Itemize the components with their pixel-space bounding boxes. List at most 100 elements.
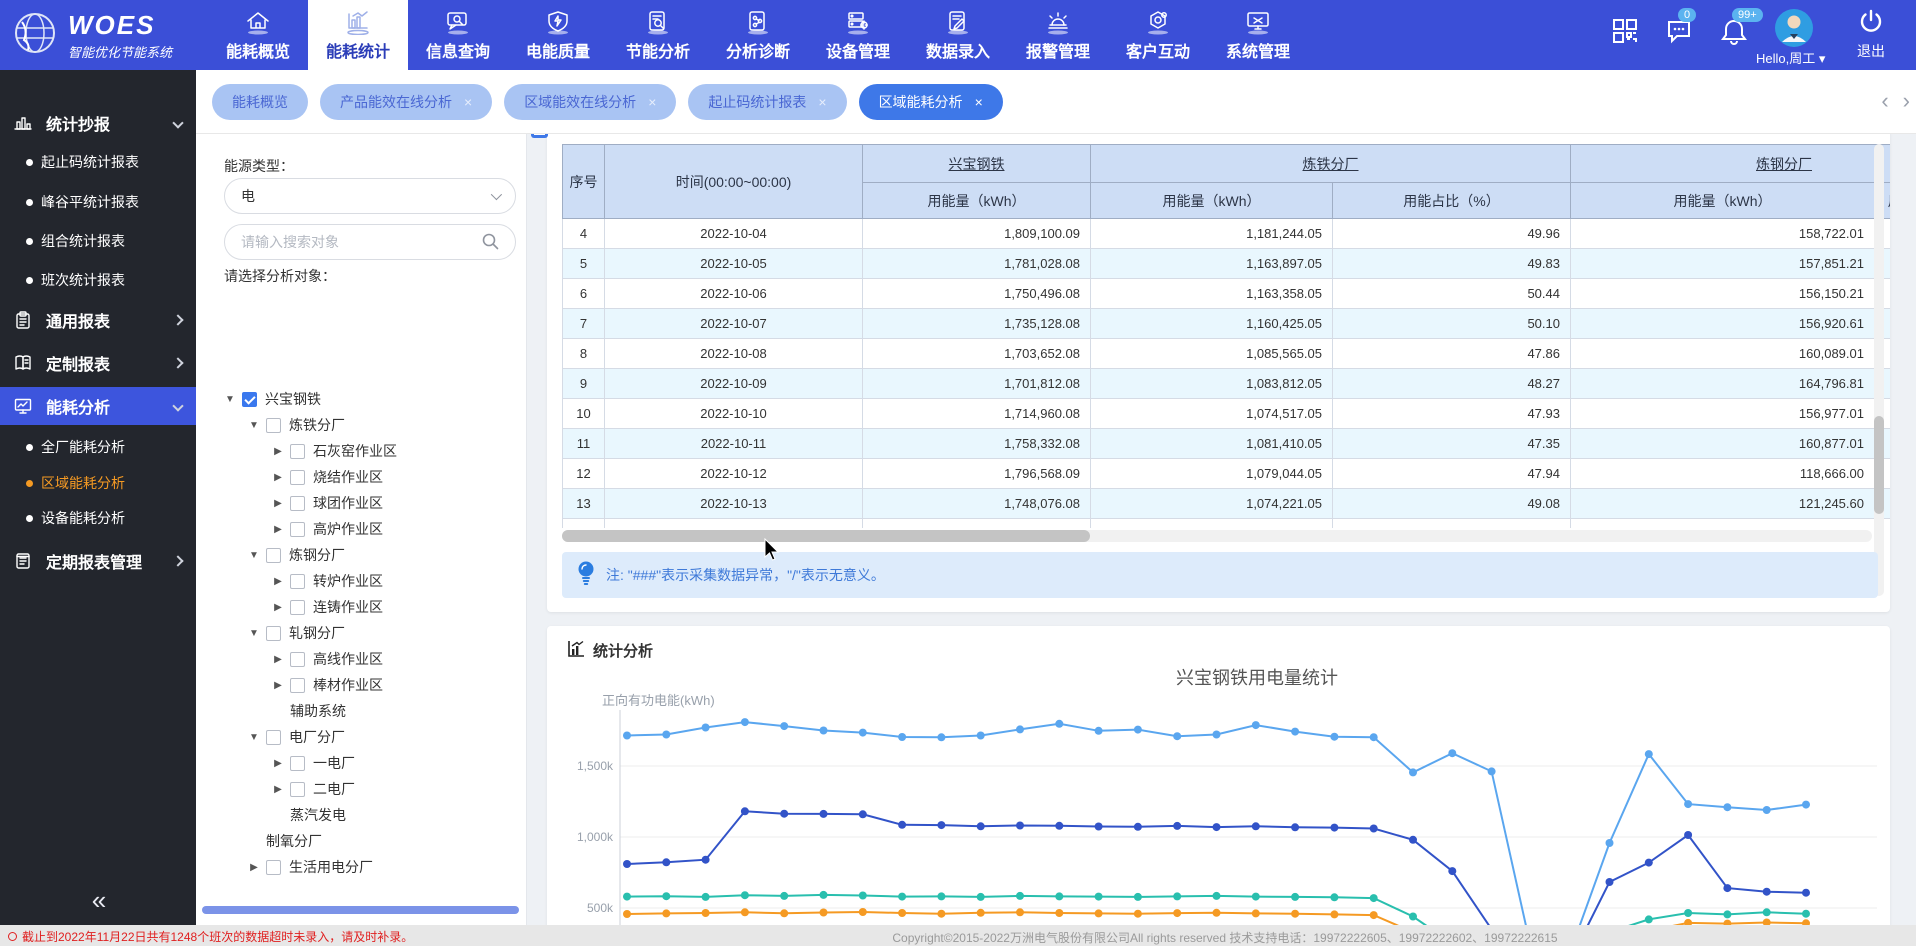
tree-checkbox[interactable] [290, 522, 305, 537]
data-point[interactable] [623, 910, 631, 918]
data-point[interactable] [662, 731, 670, 739]
data-point[interactable] [977, 909, 985, 917]
data-point[interactable] [741, 908, 749, 916]
data-point[interactable] [1684, 800, 1692, 808]
tree-checkbox[interactable] [266, 860, 281, 875]
data-point[interactable] [1213, 909, 1221, 917]
data-point[interactable] [898, 893, 906, 901]
nav-item-3[interactable]: 信息查询 [408, 0, 508, 70]
tab-close-icon[interactable]: × [464, 94, 472, 110]
data-point[interactable] [623, 860, 631, 868]
data-point[interactable] [937, 892, 945, 900]
data-point[interactable] [937, 733, 945, 741]
nav-item-2[interactable]: 能耗统计 [308, 0, 408, 70]
nav-item-4[interactable]: 电能质量 [508, 0, 608, 70]
nav-item-5[interactable]: 节能分析 [608, 0, 708, 70]
data-point[interactable] [1213, 823, 1221, 831]
tree-node-烧结作业区[interactable]: ▶烧结作业区 [196, 464, 526, 490]
data-point[interactable] [1213, 892, 1221, 900]
data-point[interactable] [1016, 892, 1024, 900]
data-point[interactable] [898, 733, 906, 741]
tree-horizontal-scrollbar[interactable] [202, 906, 519, 914]
data-point[interactable] [1252, 893, 1260, 901]
data-point[interactable] [820, 909, 828, 917]
sidebar-item-区域能耗分析[interactable]: 区域能耗分析 [0, 468, 196, 498]
tree-node-棒材作业区[interactable]: ▶棒材作业区 [196, 672, 526, 698]
tree-collapse-icon[interactable]: ▶ [272, 784, 284, 795]
tree-node-生活用电分厂[interactable]: ▶生活用电分厂 [196, 854, 526, 880]
data-point[interactable] [859, 908, 867, 916]
sidebar-group-统计抄报[interactable]: 统计抄报 [0, 104, 196, 142]
table-row[interactable]: 72022-10-071,735,128.081,160,425.0550.10… [563, 309, 1891, 339]
data-point[interactable] [1330, 824, 1338, 832]
tree-expand-icon[interactable]: ▼ [248, 628, 260, 639]
tree-checkbox[interactable] [290, 678, 305, 693]
tab-scroll-left-icon[interactable]: ‹ [1881, 86, 1888, 116]
tree-expand-icon[interactable]: ▼ [224, 394, 236, 405]
data-point[interactable] [1763, 806, 1771, 814]
tree-checkbox[interactable] [242, 392, 257, 407]
tree-collapse-icon[interactable]: ▶ [272, 602, 284, 613]
data-point[interactable] [780, 810, 788, 818]
tab-5[interactable]: 区域能耗分析× [859, 84, 1003, 120]
data-point[interactable] [1016, 908, 1024, 916]
data-point[interactable] [1370, 911, 1378, 919]
tree-collapse-icon[interactable]: ▶ [272, 446, 284, 457]
data-point[interactable] [1055, 720, 1063, 728]
data-point[interactable] [741, 891, 749, 899]
table-row-partial[interactable]: 14 [563, 519, 1891, 529]
data-point[interactable] [662, 909, 670, 917]
group-header-3[interactable]: 炼钢分厂 [1571, 145, 1891, 183]
data-point[interactable] [859, 729, 867, 737]
data-point[interactable] [1763, 888, 1771, 896]
data-point[interactable] [1606, 839, 1614, 847]
data-point[interactable] [1330, 910, 1338, 918]
data-point[interactable] [1684, 831, 1692, 839]
data-point[interactable] [1723, 910, 1731, 918]
data-point[interactable] [1055, 892, 1063, 900]
table-row[interactable]: 92022-10-091,701,812.081,083,812.0548.27… [563, 369, 1891, 399]
tree-collapse-icon[interactable]: ▶ [272, 758, 284, 769]
data-point[interactable] [1802, 889, 1810, 897]
data-point[interactable] [1645, 915, 1653, 923]
tree-checkbox[interactable] [266, 730, 281, 745]
vscroll-thumb[interactable] [1874, 416, 1884, 514]
data-point[interactable] [1409, 836, 1417, 844]
tree-checkbox[interactable] [290, 782, 305, 797]
tree-checkbox[interactable] [266, 548, 281, 563]
data-point[interactable] [702, 893, 710, 901]
data-point[interactable] [1095, 909, 1103, 917]
data-point[interactable] [1448, 867, 1456, 875]
tree-checkbox[interactable] [290, 652, 305, 667]
data-point[interactable] [1409, 913, 1417, 921]
data-point[interactable] [1370, 894, 1378, 902]
tab-3[interactable]: 区域能效在线分析× [504, 84, 676, 120]
data-point[interactable] [977, 822, 985, 830]
tree-node-制氧分厂[interactable]: 制氧分厂 [196, 828, 526, 854]
bell-icon[interactable]: 99+ [1720, 18, 1748, 51]
tree-node-高炉作业区[interactable]: ▶高炉作业区 [196, 516, 526, 542]
tree-node-转炉作业区[interactable]: ▶转炉作业区 [196, 568, 526, 594]
data-point[interactable] [1252, 909, 1260, 917]
data-point[interactable] [1134, 726, 1142, 734]
nav-item-10[interactable]: 客户互动 [1108, 0, 1208, 70]
data-point[interactable] [780, 892, 788, 900]
sidebar-collapse-button[interactable]: « [0, 885, 196, 916]
data-point[interactable] [1095, 823, 1103, 831]
data-point[interactable] [1802, 910, 1810, 918]
tree-collapse-icon[interactable]: ▶ [272, 524, 284, 535]
nav-item-11[interactable]: 系统管理 [1208, 0, 1308, 70]
nav-item-7[interactable]: 设备管理 [808, 0, 908, 70]
tree-node-轧钢分厂[interactable]: ▼轧钢分厂 [196, 620, 526, 646]
sidebar-item-班次统计报表[interactable]: 班次统计报表 [0, 265, 196, 295]
tree-node-蒸汽发电[interactable]: 蒸汽发电 [196, 802, 526, 828]
data-point[interactable] [1645, 750, 1653, 758]
data-point[interactable] [702, 724, 710, 732]
tree-node-球团作业区[interactable]: ▶球团作业区 [196, 490, 526, 516]
tree-node-高线作业区[interactable]: ▶高线作业区 [196, 646, 526, 672]
data-point[interactable] [1330, 893, 1338, 901]
data-point[interactable] [1409, 768, 1417, 776]
tree-collapse-icon[interactable]: ▶ [272, 576, 284, 587]
data-point[interactable] [820, 727, 828, 735]
hscroll-thumb[interactable] [562, 530, 1090, 542]
